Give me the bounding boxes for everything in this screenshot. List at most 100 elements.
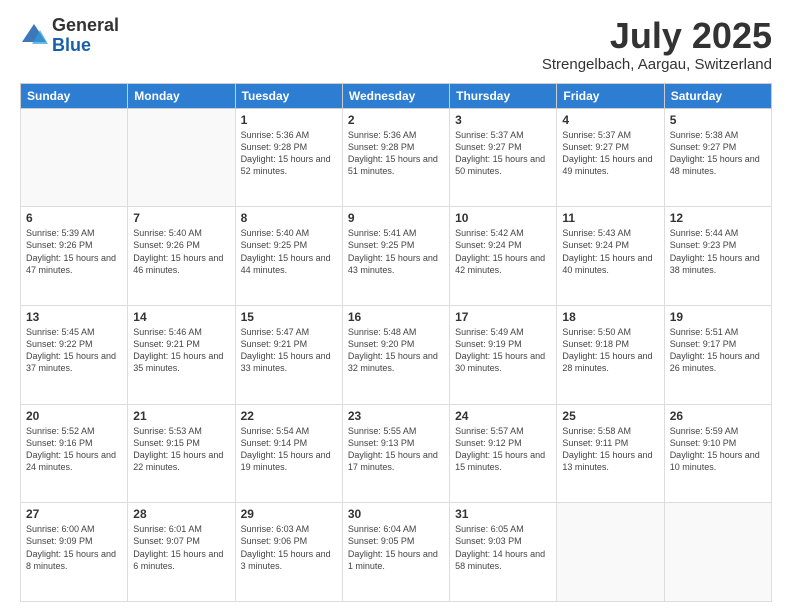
day-number: 28	[133, 507, 229, 521]
calendar-day: 24 Sunrise: 5:57 AMSunset: 9:12 PMDayligh…	[450, 404, 557, 503]
calendar-day: 13Sunrise: 5:45 AMSunset: 9:22 PMDayligh…	[21, 305, 128, 404]
calendar-day: 22 Sunrise: 5:54 AMSunset: 9:14 PMDayligh…	[235, 404, 342, 503]
day-number: 16	[348, 310, 444, 324]
calendar-day: 11 Sunrise: 5:43 AMSunset: 9:24 PMDayligh…	[557, 207, 664, 306]
day-info: Sunrise: 5:38 AMSunset: 9:27 PMDaylight:…	[670, 129, 766, 178]
header: General Blue July 2025 Strengelbach, Aar…	[20, 16, 772, 73]
calendar-day: 26 Sunrise: 5:59 AMSunset: 9:10 PMDayligh…	[664, 404, 771, 503]
calendar-day: 31 Sunrise: 6:05 AMSunset: 9:03 PMDayligh…	[450, 503, 557, 602]
day-number: 7	[133, 211, 229, 225]
day-number: 24	[455, 409, 551, 423]
day-number: 10	[455, 211, 551, 225]
day-info: Sunrise: 5:58 AMSunset: 9:11 PMDaylight:…	[562, 425, 658, 474]
header-sunday: Sunday	[21, 83, 128, 108]
calendar-day	[664, 503, 771, 602]
calendar-day: 29 Sunrise: 6:03 AMSunset: 9:06 PMDayligh…	[235, 503, 342, 602]
day-info: Sunrise: 5:53 AMSunset: 9:15 PMDaylight:…	[133, 425, 229, 474]
day-number: 18	[562, 310, 658, 324]
day-number: 17	[455, 310, 551, 324]
title-section: July 2025 Strengelbach, Aargau, Switzerl…	[542, 16, 772, 73]
logo-general-text: General	[52, 16, 119, 36]
day-number: 26	[670, 409, 766, 423]
calendar-day: 9 Sunrise: 5:41 AMSunset: 9:25 PMDaylight…	[342, 207, 449, 306]
day-info: Sunrise: 5:50 AMSunset: 9:18 PMDaylight:…	[562, 326, 658, 375]
calendar-day: 16Sunrise: 5:48 AMSunset: 9:20 PMDayligh…	[342, 305, 449, 404]
header-saturday: Saturday	[664, 83, 771, 108]
day-number: 4	[562, 113, 658, 127]
header-thursday: Thursday	[450, 83, 557, 108]
calendar-day: 10 Sunrise: 5:42 AMSunset: 9:24 PMDayligh…	[450, 207, 557, 306]
calendar-day: 21 Sunrise: 5:53 AMSunset: 9:15 PMDayligh…	[128, 404, 235, 503]
day-number: 27	[26, 507, 122, 521]
day-info: Sunrise: 6:00 AMSunset: 9:09 PMDaylight:…	[26, 523, 122, 572]
day-number: 22	[241, 409, 337, 423]
header-friday: Friday	[557, 83, 664, 108]
day-info: Sunrise: 5:43 AMSunset: 9:24 PMDaylight:…	[562, 227, 658, 276]
day-info: Sunrise: 5:49 AMSunset: 9:19 PMDaylight:…	[455, 326, 551, 375]
day-number: 29	[241, 507, 337, 521]
logo-text: General Blue	[52, 16, 119, 56]
calendar-day: 4 Sunrise: 5:37 AMSunset: 9:27 PMDaylight…	[557, 108, 664, 207]
day-number: 30	[348, 507, 444, 521]
day-info: Sunrise: 5:57 AMSunset: 9:12 PMDaylight:…	[455, 425, 551, 474]
header-monday: Monday	[128, 83, 235, 108]
day-info: Sunrise: 6:05 AMSunset: 9:03 PMDaylight:…	[455, 523, 551, 572]
calendar-day: 14 Sunrise: 5:46 AMSunset: 9:21 PMDayligh…	[128, 305, 235, 404]
calendar-day: 12 Sunrise: 5:44 AMSunset: 9:23 PMDayligh…	[664, 207, 771, 306]
day-number: 5	[670, 113, 766, 127]
calendar-week-row: 27 Sunrise: 6:00 AMSunset: 9:09 PMDayligh…	[21, 503, 772, 602]
calendar-day	[557, 503, 664, 602]
day-number: 15	[241, 310, 337, 324]
day-number: 12	[670, 211, 766, 225]
calendar-day: 20 Sunrise: 5:52 AMSunset: 9:16 PMDayligh…	[21, 404, 128, 503]
calendar-day: 15 Sunrise: 5:47 AMSunset: 9:21 PMDayligh…	[235, 305, 342, 404]
calendar-week-row: 1 Sunrise: 5:36 AMSunset: 9:28 PMDaylight…	[21, 108, 772, 207]
calendar-day: 3Sunrise: 5:37 AMSunset: 9:27 PMDaylight…	[450, 108, 557, 207]
day-number: 19	[670, 310, 766, 324]
day-info: Sunrise: 5:36 AMSunset: 9:28 PMDaylight:…	[241, 129, 337, 178]
day-number: 1	[241, 113, 337, 127]
day-number: 23	[348, 409, 444, 423]
calendar-day	[21, 108, 128, 207]
logo: General Blue	[20, 16, 119, 56]
weekday-header-row: Sunday Monday Tuesday Wednesday Thursday…	[21, 83, 772, 108]
day-info: Sunrise: 5:42 AMSunset: 9:24 PMDaylight:…	[455, 227, 551, 276]
day-info: Sunrise: 5:41 AMSunset: 9:25 PMDaylight:…	[348, 227, 444, 276]
day-info: Sunrise: 5:37 AMSunset: 9:27 PMDaylight:…	[562, 129, 658, 178]
calendar-week-row: 13Sunrise: 5:45 AMSunset: 9:22 PMDayligh…	[21, 305, 772, 404]
day-info: Sunrise: 5:52 AMSunset: 9:16 PMDaylight:…	[26, 425, 122, 474]
header-wednesday: Wednesday	[342, 83, 449, 108]
day-number: 8	[241, 211, 337, 225]
day-number: 13	[26, 310, 122, 324]
calendar-day: 1 Sunrise: 5:36 AMSunset: 9:28 PMDaylight…	[235, 108, 342, 207]
day-info: Sunrise: 5:47 AMSunset: 9:21 PMDaylight:…	[241, 326, 337, 375]
day-info: Sunrise: 5:51 AMSunset: 9:17 PMDaylight:…	[670, 326, 766, 375]
header-tuesday: Tuesday	[235, 83, 342, 108]
day-info: Sunrise: 5:40 AMSunset: 9:26 PMDaylight:…	[133, 227, 229, 276]
day-number: 21	[133, 409, 229, 423]
calendar-day: 8Sunrise: 5:40 AMSunset: 9:25 PMDaylight…	[235, 207, 342, 306]
calendar-table: Sunday Monday Tuesday Wednesday Thursday…	[20, 83, 772, 602]
day-number: 20	[26, 409, 122, 423]
day-number: 31	[455, 507, 551, 521]
day-number: 11	[562, 211, 658, 225]
page: General Blue July 2025 Strengelbach, Aar…	[0, 0, 792, 612]
day-info: Sunrise: 5:44 AMSunset: 9:23 PMDaylight:…	[670, 227, 766, 276]
location-title: Strengelbach, Aargau, Switzerland	[542, 56, 772, 73]
day-number: 14	[133, 310, 229, 324]
day-info: Sunrise: 6:03 AMSunset: 9:06 PMDaylight:…	[241, 523, 337, 572]
day-info: Sunrise: 6:04 AMSunset: 9:05 PMDaylight:…	[348, 523, 444, 572]
day-number: 3	[455, 113, 551, 127]
calendar-day: 5 Sunrise: 5:38 AMSunset: 9:27 PMDaylight…	[664, 108, 771, 207]
day-number: 2	[348, 113, 444, 127]
calendar-day	[128, 108, 235, 207]
logo-icon	[20, 22, 48, 50]
day-number: 9	[348, 211, 444, 225]
day-info: Sunrise: 5:55 AMSunset: 9:13 PMDaylight:…	[348, 425, 444, 474]
day-info: Sunrise: 6:01 AMSunset: 9:07 PMDaylight:…	[133, 523, 229, 572]
day-info: Sunrise: 5:54 AMSunset: 9:14 PMDaylight:…	[241, 425, 337, 474]
day-info: Sunrise: 5:36 AMSunset: 9:28 PMDaylight:…	[348, 129, 444, 178]
day-info: Sunrise: 5:59 AMSunset: 9:10 PMDaylight:…	[670, 425, 766, 474]
calendar-day: 18 Sunrise: 5:50 AMSunset: 9:18 PMDayligh…	[557, 305, 664, 404]
day-info: Sunrise: 5:46 AMSunset: 9:21 PMDaylight:…	[133, 326, 229, 375]
